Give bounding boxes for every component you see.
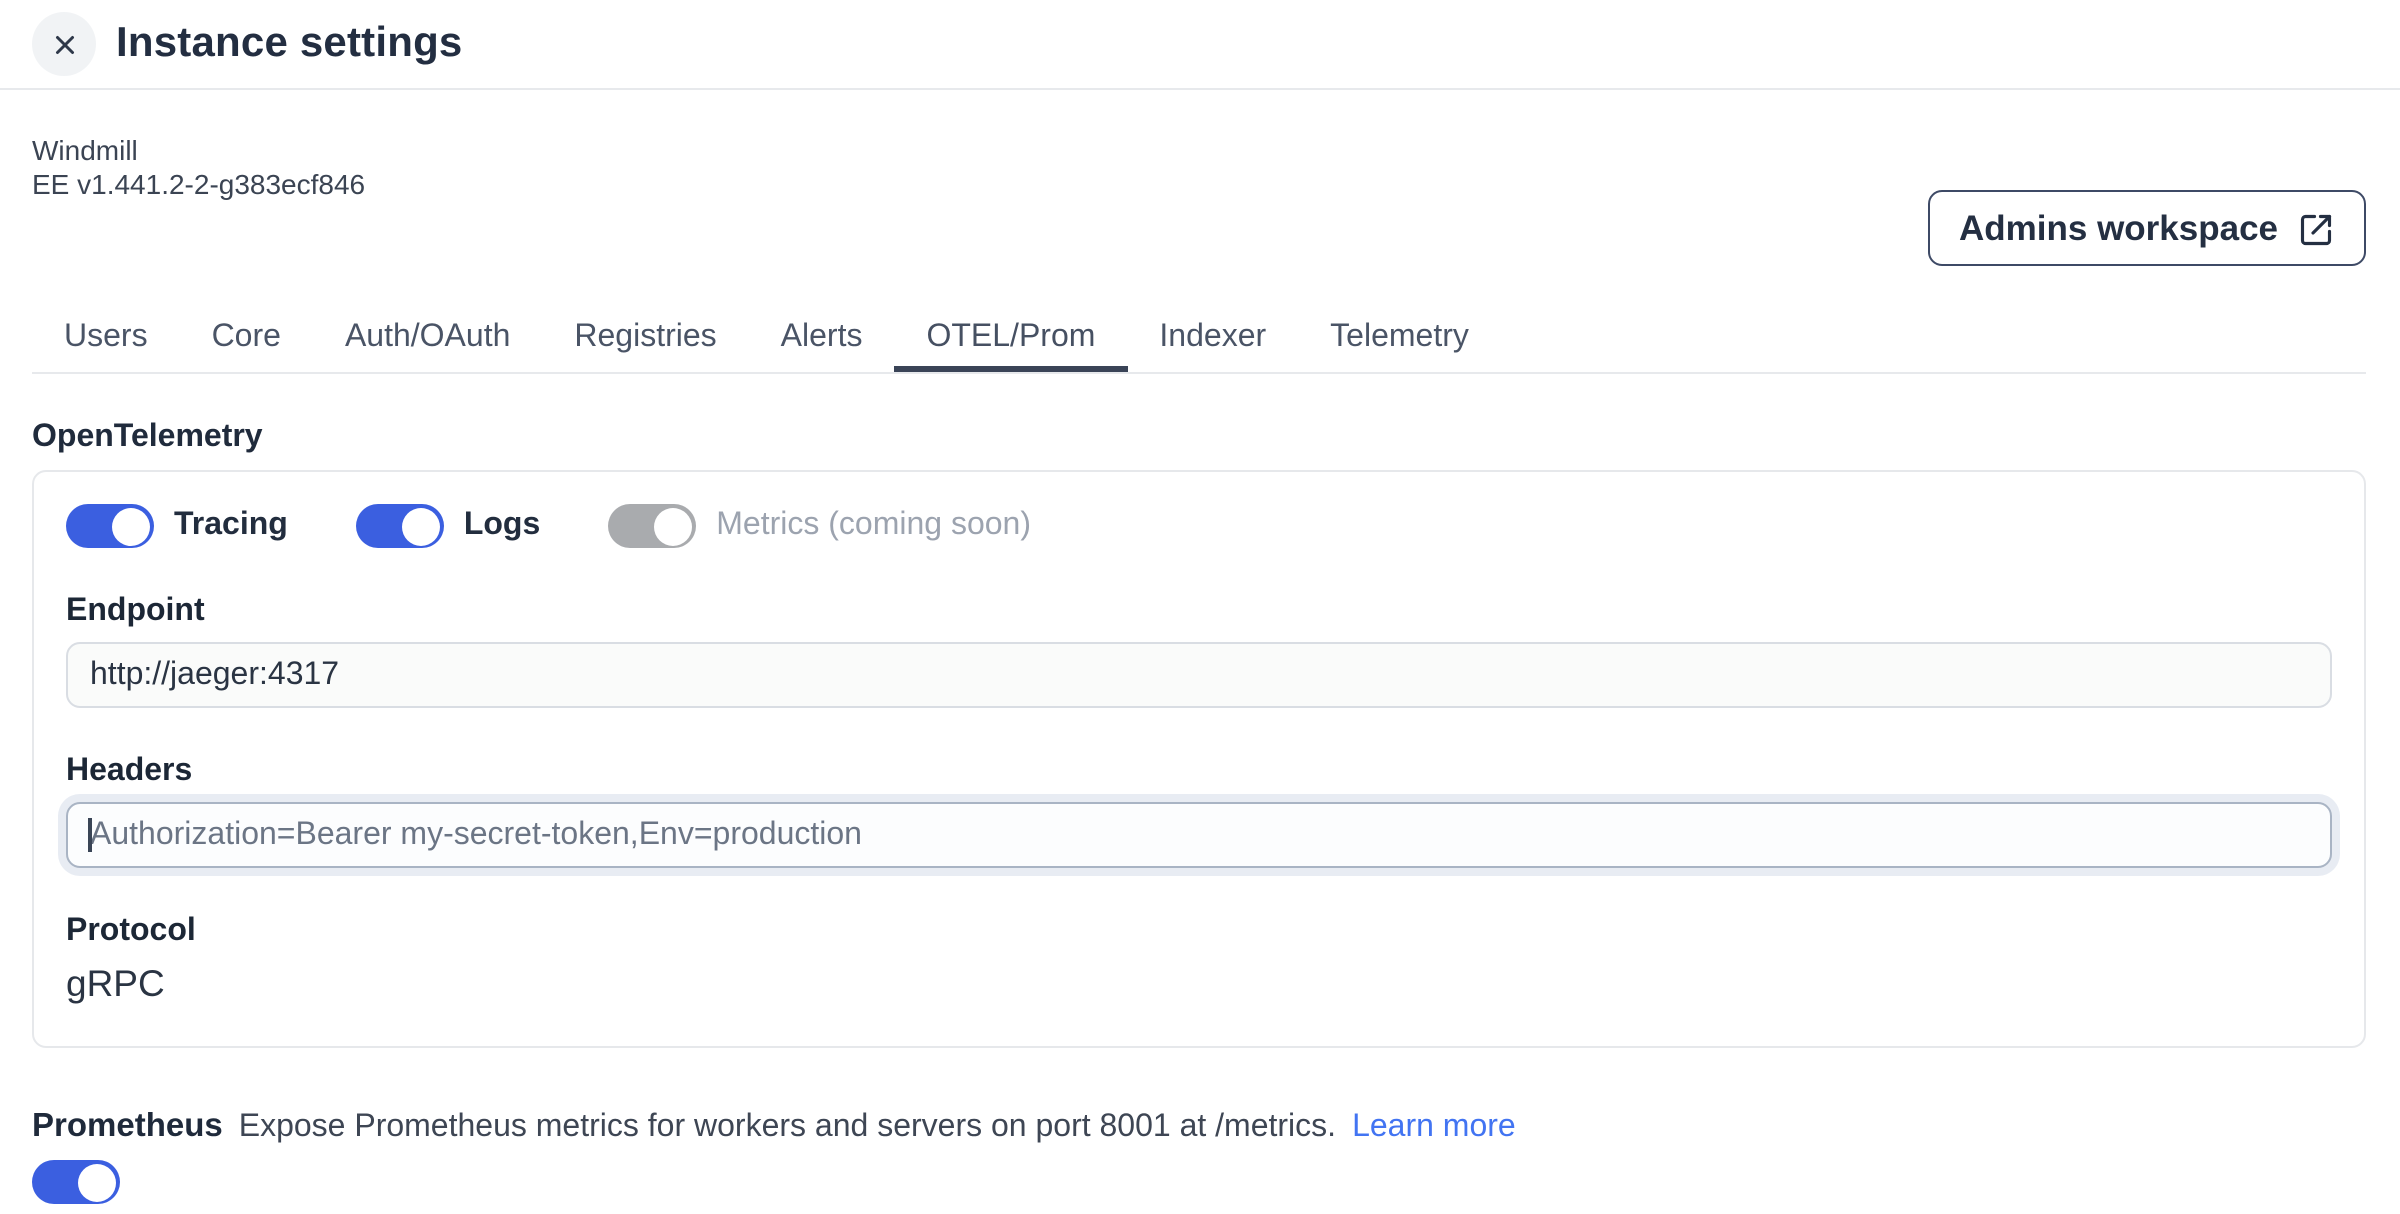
protocol-label: Protocol [66,914,2332,950]
headers-input-wrap [66,802,2332,868]
headers-input[interactable] [66,802,2332,868]
protocol-value: gRPC [66,962,2332,1006]
app-name: Windmill [32,134,2366,168]
admins-workspace-label: Admins workspace [1959,207,2278,249]
page-title: Instance settings [116,20,463,68]
metrics-label: Metrics (coming soon) [716,508,1031,544]
toggle-knob [402,507,440,545]
tab-alerts[interactable]: Alerts [749,304,895,372]
metrics-toggle-item: Metrics (coming soon) [608,504,1031,548]
external-link-icon [2298,209,2334,247]
admins-workspace-button[interactable]: Admins workspace [1927,190,2366,266]
tab-otel-prom[interactable]: OTEL/Prom [894,304,1127,372]
opentelemetry-heading: OpenTelemetry [32,420,2366,456]
text-cursor [88,818,91,852]
protocol-field: Protocol gRPC [66,914,2332,1006]
tracing-toggle[interactable] [66,504,154,548]
headers-field: Headers [66,754,2332,868]
main-content: Windmill EE v1.441.2-2-g383ecf846 Admins… [0,134,2400,1214]
prometheus-row: Prometheus Expose Prometheus metrics for… [32,1108,2366,1146]
close-button[interactable] [32,12,96,76]
tab-core[interactable]: Core [180,304,313,372]
learn-more-link[interactable]: Learn more [1352,1110,1516,1146]
tab-telemetry[interactable]: Telemetry [1298,304,1501,372]
prometheus-description: Expose Prometheus metrics for workers an… [239,1110,1336,1146]
x-icon [49,29,79,59]
header-bar: Instance settings [0,0,2400,90]
tab-users[interactable]: Users [32,304,180,372]
logs-toggle[interactable] [356,504,444,548]
instance-settings-page: Instance settings Windmill EE v1.441.2-2… [0,0,2400,1142]
toggle-knob [78,1163,116,1201]
otel-toggles-row: Tracing Logs Metrics (coming soon) [66,504,2332,548]
endpoint-label: Endpoint [66,594,2332,630]
logs-label: Logs [464,508,540,544]
tracing-toggle-item: Tracing [66,504,288,548]
endpoint-field: Endpoint [66,594,2332,708]
metrics-toggle [608,504,696,548]
tracing-label: Tracing [174,508,288,544]
toggle-knob [654,507,692,545]
headers-label: Headers [66,754,2332,790]
button-row: Admins workspace [32,190,2366,266]
tab-auth-oauth[interactable]: Auth/OAuth [313,304,542,372]
endpoint-input[interactable] [66,642,2332,708]
tab-indexer[interactable]: Indexer [1127,304,1298,372]
settings-tabs: Users Core Auth/OAuth Registries Alerts … [32,304,2366,374]
logs-toggle-item: Logs [356,504,540,548]
toggle-knob [112,507,150,545]
prometheus-toggle[interactable] [32,1160,120,1204]
prometheus-heading: Prometheus [32,1108,223,1146]
tab-registries[interactable]: Registries [542,304,748,372]
opentelemetry-card: Tracing Logs Metrics (coming soon) Endpo… [32,470,2366,1048]
